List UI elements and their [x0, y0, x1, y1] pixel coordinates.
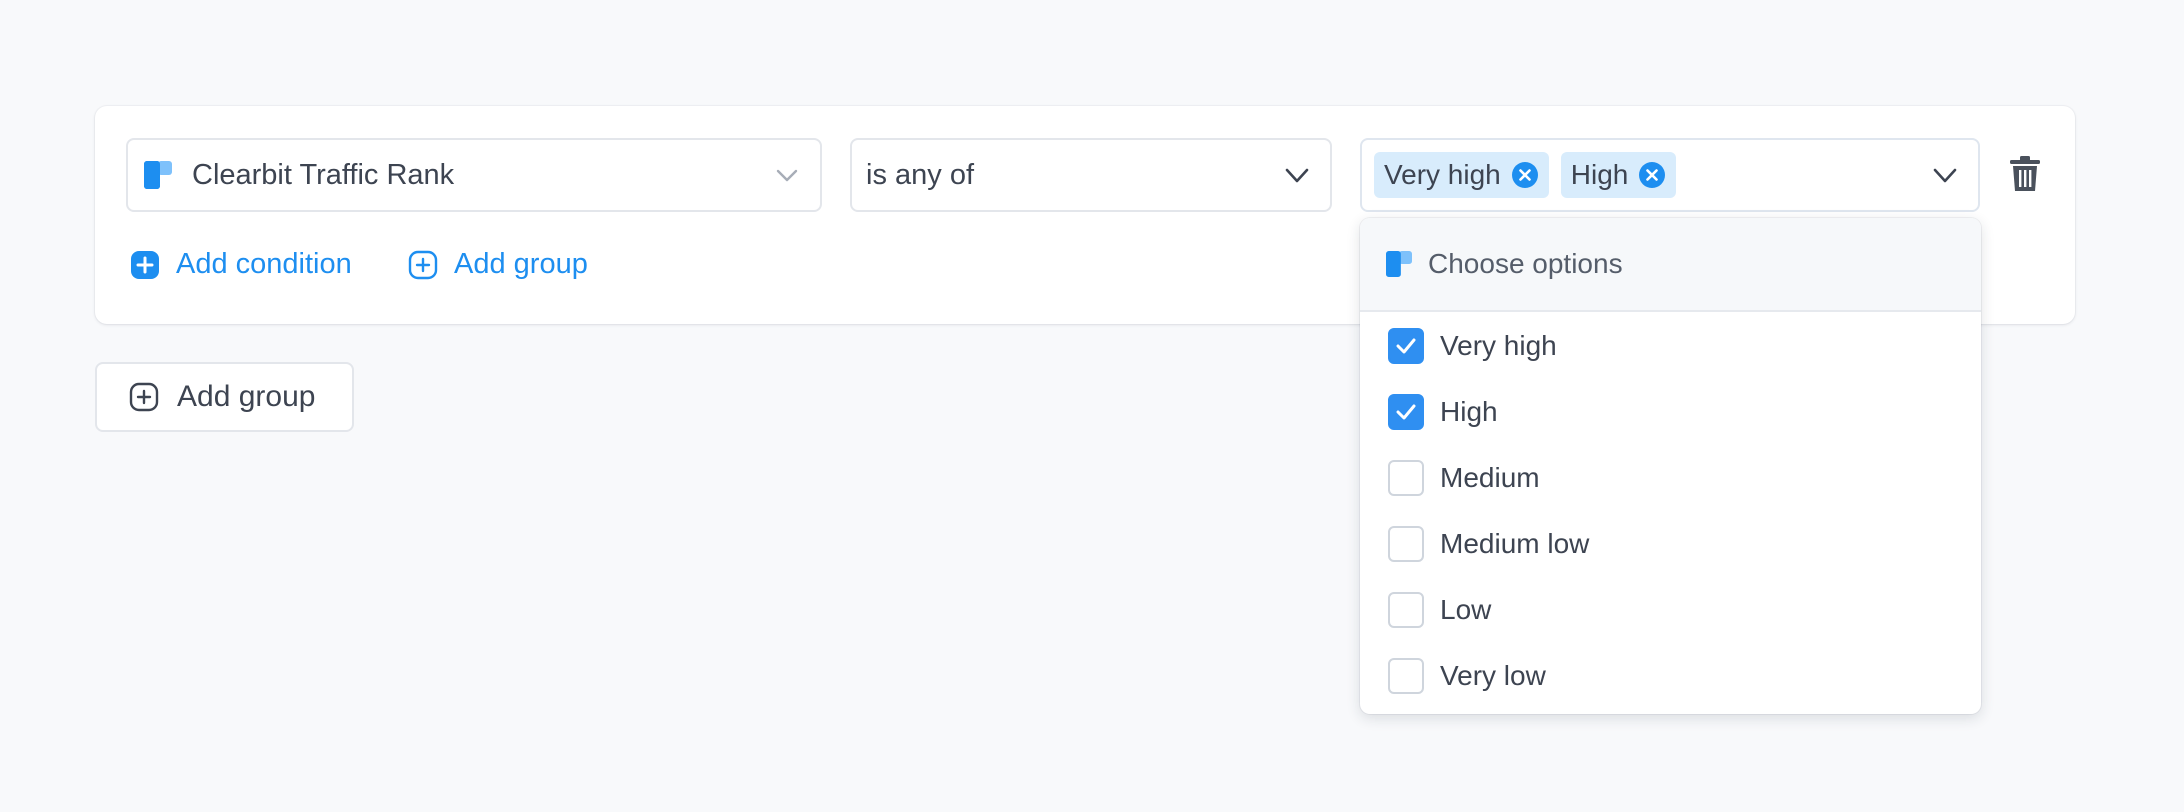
- dropdown-header: Choose options: [1360, 218, 1981, 312]
- clearbit-logo-icon: [1386, 251, 1412, 277]
- value-tag: Very high: [1374, 152, 1549, 198]
- add-group-button[interactable]: Add group: [95, 362, 354, 432]
- value-tag-label: High: [1570, 159, 1629, 190]
- value-tag-label: Very high: [1384, 159, 1501, 190]
- operator-select[interactable]: is any of: [850, 138, 1332, 212]
- option-item[interactable]: Low: [1388, 592, 1491, 628]
- options-dropdown: Choose options Very high High Medium Med…: [1360, 218, 1981, 714]
- checkbox[interactable]: [1388, 526, 1424, 562]
- chevron-down-icon: [1285, 168, 1309, 183]
- value-tag: High: [1560, 152, 1677, 198]
- option-item[interactable]: Very high: [1388, 328, 1557, 364]
- check-icon: [1396, 404, 1416, 420]
- field-select[interactable]: Clearbit Traffic Rank: [126, 138, 822, 212]
- option-item[interactable]: Medium low: [1388, 526, 1589, 562]
- option-label: High: [1440, 396, 1498, 427]
- checkbox[interactable]: [1388, 394, 1424, 430]
- checkbox[interactable]: [1388, 658, 1424, 694]
- chevron-down-icon: [1933, 168, 1957, 183]
- option-label: Medium: [1440, 462, 1540, 493]
- plus-square-outline-icon: [408, 250, 438, 279]
- field-select-label: Clearbit Traffic Rank: [192, 158, 455, 191]
- clearbit-logo-icon: [144, 161, 172, 189]
- add-group-button-label: Add group: [177, 380, 316, 413]
- add-condition-label: Add condition: [176, 248, 352, 280]
- checkbox[interactable]: [1388, 592, 1424, 628]
- remove-tag-icon[interactable]: [1638, 161, 1666, 189]
- values-multiselect[interactable]: Very high High: [1360, 138, 1980, 212]
- option-item[interactable]: Medium: [1388, 460, 1540, 496]
- add-group-link-label: Add group: [454, 248, 588, 280]
- operator-select-label: is any of: [866, 158, 974, 191]
- option-label: Low: [1440, 594, 1492, 625]
- checkbox[interactable]: [1388, 460, 1424, 496]
- dropdown-header-label: Choose options: [1428, 248, 1623, 279]
- check-icon: [1396, 338, 1416, 354]
- chevron-down-icon: [776, 169, 798, 182]
- add-condition-link[interactable]: Add condition: [130, 248, 352, 281]
- option-item[interactable]: High: [1388, 394, 1498, 430]
- option-label: Very low: [1440, 660, 1546, 691]
- option-item[interactable]: Very low: [1388, 658, 1546, 694]
- option-label: Very high: [1440, 330, 1557, 361]
- plus-square-outline-icon: [129, 382, 159, 412]
- add-group-link[interactable]: Add group: [408, 248, 588, 281]
- plus-square-filled-icon: [131, 250, 159, 279]
- checkbox[interactable]: [1388, 328, 1424, 364]
- trash-icon[interactable]: [2008, 155, 2042, 193]
- option-label: Medium low: [1440, 528, 1590, 559]
- remove-tag-icon[interactable]: [1511, 161, 1539, 189]
